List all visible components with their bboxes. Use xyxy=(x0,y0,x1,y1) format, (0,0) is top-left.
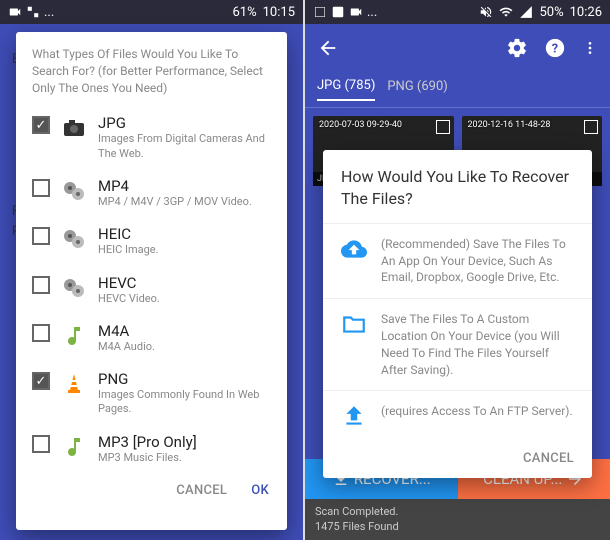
screen-search-types: ... 61% 10:15 B F P What Types Of Files … xyxy=(0,0,305,540)
thumb-date: 2020-12-16 11-48-28 xyxy=(464,118,555,132)
scan-count: 1475 Files Found xyxy=(315,520,600,534)
overflow-icon[interactable] xyxy=(582,37,598,59)
ok-button[interactable]: OK xyxy=(251,483,269,498)
status-more: ... xyxy=(44,5,54,20)
filetype-desc: MP3 Music Files. xyxy=(98,451,271,465)
checkbox[interactable] xyxy=(32,372,50,390)
tabs: JPG (785) PNG (690) xyxy=(305,72,610,108)
checkbox[interactable] xyxy=(32,324,50,342)
image-icon xyxy=(331,5,345,19)
wifi-icon xyxy=(499,5,513,19)
filetype-row[interactable]: MP4 MP4 / M4V / 3GP / MOV Video. xyxy=(28,169,275,217)
cancel-button[interactable]: CANCEL xyxy=(176,483,227,498)
filetype-row[interactable]: HEIC HEIC Image. xyxy=(28,217,275,265)
status-more: ... xyxy=(367,5,377,20)
film-icon xyxy=(60,177,88,205)
recover-option-text: (requires Access To An FTP Server). xyxy=(381,403,574,420)
vlc-icon xyxy=(60,370,88,398)
screenshot-icon xyxy=(26,5,40,19)
battery-percent: 50% xyxy=(539,5,563,20)
checkbox[interactable] xyxy=(32,435,50,453)
expand-icon[interactable] xyxy=(584,120,598,134)
cancel-button[interactable]: CANCEL xyxy=(523,451,574,466)
filetype-desc: Images From Digital Cameras And The Web. xyxy=(98,132,271,161)
filetype-row[interactable]: PNG Images Commonly Found In Web Pages. xyxy=(28,362,275,425)
expand-icon[interactable] xyxy=(436,120,450,134)
checkbox[interactable] xyxy=(32,116,50,134)
mute-icon xyxy=(479,5,493,19)
film-icon xyxy=(60,274,88,302)
filetype-dialog: What Types Of Files Would You Like To Se… xyxy=(16,32,287,530)
folder-icon xyxy=(341,311,367,337)
dialog-header: What Types Of Files Would You Like To Se… xyxy=(16,32,287,106)
filetype-desc: HEVC Video. xyxy=(98,292,271,306)
recover-options: (Recommended) Save The Files To An App O… xyxy=(323,223,592,442)
filetype-row[interactable]: M4A M4A Audio. xyxy=(28,314,275,362)
scan-status: Scan Completed. 1475 Files Found xyxy=(305,499,610,540)
film-icon xyxy=(60,225,88,253)
recover-option[interactable]: (requires Access To An FTP Server). xyxy=(323,390,592,441)
music-icon xyxy=(60,433,88,461)
upload-icon xyxy=(341,403,367,429)
toolbar: ? xyxy=(305,24,610,72)
recover-option-text: (Recommended) Save The Files To An App O… xyxy=(381,236,574,286)
filetype-name: JPG xyxy=(98,114,271,132)
music-icon xyxy=(60,322,88,350)
video-icon xyxy=(8,5,22,19)
video-icon xyxy=(349,5,363,19)
back-icon[interactable] xyxy=(317,37,339,59)
screenshot-icon xyxy=(313,5,327,19)
gear-icon[interactable] xyxy=(506,37,528,59)
filetype-name: MP3 [Pro Only] xyxy=(98,433,271,451)
checkbox[interactable] xyxy=(32,179,50,197)
filetype-list[interactable]: JPG Images From Digital Cameras And The … xyxy=(16,106,287,473)
filetype-name: HEIC xyxy=(98,225,271,243)
signal-icon xyxy=(519,5,533,19)
filetype-desc: M4A Audio. xyxy=(98,340,271,354)
tab[interactable]: PNG (690) xyxy=(387,79,447,100)
filetype-row[interactable]: JPG Images From Digital Cameras And The … xyxy=(28,106,275,169)
filetype-row[interactable]: MP3 [Pro Only] MP3 Music Files. xyxy=(28,425,275,473)
recover-option-text: Save The Files To A Custom Location On Y… xyxy=(381,311,574,378)
filetype-desc: MP4 / M4V / 3GP / MOV Video. xyxy=(98,195,271,209)
filetype-row[interactable]: HEVC HEVC Video. xyxy=(28,266,275,314)
filetype-desc: HEIC Image. xyxy=(98,243,271,257)
svg-text:?: ? xyxy=(552,42,558,57)
filetype-name: M4A xyxy=(98,322,271,340)
screen-recover: ... 50% 10:26 ? JPG (785) PNG (690) 2020-… xyxy=(305,0,610,540)
checkbox[interactable] xyxy=(32,227,50,245)
camera-icon xyxy=(60,114,88,142)
filetype-name: PNG xyxy=(98,370,271,388)
filetype-desc: Images Commonly Found In Web Pages. xyxy=(98,388,271,417)
recover-dialog: How Would You Like To Recover The Files?… xyxy=(323,150,592,478)
cloud-up-icon xyxy=(341,236,367,262)
recover-option[interactable]: Save The Files To A Custom Location On Y… xyxy=(323,298,592,390)
thumb-date: 2020-07-03 09-29-40 xyxy=(315,118,406,132)
dialog-title: How Would You Like To Recover The Files? xyxy=(323,150,592,223)
filetype-name: MP4 xyxy=(98,177,271,195)
filetype-name: HEVC xyxy=(98,274,271,292)
status-bar: ... 61% 10:15 xyxy=(0,0,303,24)
scan-title: Scan Completed. xyxy=(315,505,600,519)
checkbox[interactable] xyxy=(32,276,50,294)
recover-option[interactable]: (Recommended) Save The Files To An App O… xyxy=(323,223,592,298)
battery-percent: 61% xyxy=(232,5,256,20)
help-icon[interactable]: ? xyxy=(544,37,566,59)
status-bar: ... 50% 10:26 xyxy=(305,0,610,24)
clock: 10:26 xyxy=(570,5,602,20)
clock: 10:15 xyxy=(263,5,295,20)
tab[interactable]: JPG (785) xyxy=(317,78,375,101)
